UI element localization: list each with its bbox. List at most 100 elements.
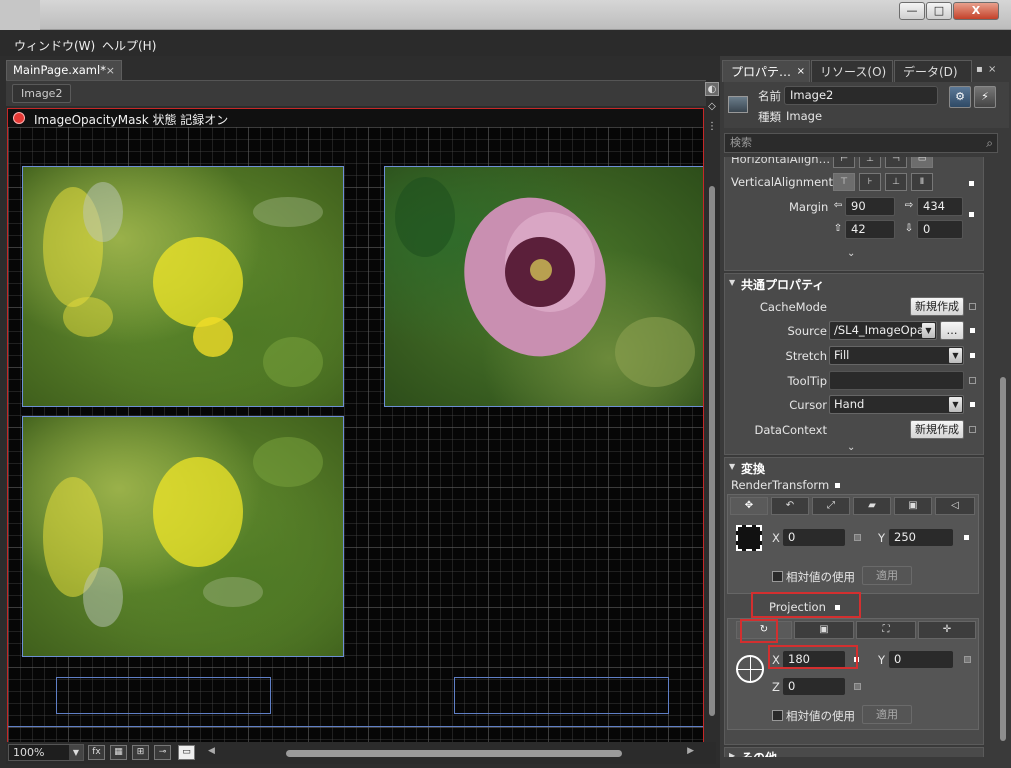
h-align-center-icon[interactable]: ⊥	[859, 157, 881, 168]
relative-checkbox[interactable]	[772, 571, 783, 582]
tab-translate[interactable]: ✥	[730, 497, 768, 515]
tab-rotate[interactable]: ↶	[771, 497, 809, 515]
tab-resources[interactable]: リソース(O)	[811, 60, 893, 82]
cursor-marker[interactable]	[970, 402, 975, 407]
maximize-button[interactable]: □	[926, 2, 952, 20]
artboard-horizontal-scrollbar[interactable]: ◀ ▶	[206, 746, 696, 760]
tab-projection-center[interactable]: ▣	[794, 621, 854, 639]
split-icon[interactable]: ⋮	[705, 120, 719, 134]
cursor-dropdown-icon[interactable]: ▼	[949, 397, 962, 412]
source-dropdown-icon[interactable]: ▼	[922, 323, 935, 338]
tab-projection-global-offset[interactable]: ⛶	[856, 621, 916, 639]
snap-lines-icon[interactable]: ⊸	[154, 745, 171, 760]
source-marker[interactable]	[970, 328, 975, 333]
mode-toggle-icon[interactable]: ◐	[705, 82, 719, 96]
cache-mode-marker[interactable]	[969, 303, 976, 310]
artboard[interactable]: ImageOpacityMask 状態 記録オン	[7, 108, 704, 743]
other-header[interactable]: その他	[741, 749, 777, 757]
tab-projection-local-offset[interactable]: ✛	[918, 621, 976, 639]
transform-header[interactable]: 変換	[741, 460, 765, 477]
menu-help[interactable]: ヘルプ(H)	[102, 37, 156, 54]
recording-icon[interactable]	[13, 112, 25, 124]
apply-button[interactable]: 適用	[862, 566, 912, 585]
minimize-button[interactable]: —	[899, 2, 925, 20]
tab-data[interactable]: データ(D)	[894, 60, 972, 82]
image-poppy[interactable]	[384, 166, 703, 407]
margin-bottom-input[interactable]: 0	[917, 220, 963, 239]
h-align-right-icon[interactable]: ⊣	[885, 157, 907, 168]
transform-expander-icon[interactable]: ▼	[729, 462, 735, 471]
search-icon[interactable]: ⌕	[986, 134, 993, 152]
grid-toggle-icon[interactable]: ▦	[110, 745, 127, 760]
projection-z-marker[interactable]	[854, 683, 861, 690]
translate-y-input[interactable]: 250	[888, 528, 954, 547]
menu-window[interactable]: ウィンドウ(W)	[14, 37, 95, 54]
margin-left-input[interactable]: 90	[845, 197, 895, 216]
projection-apply-button[interactable]: 適用	[862, 705, 912, 724]
projection-z-input[interactable]: 0	[782, 677, 846, 696]
zoom-select[interactable]: 100% ▼	[8, 744, 84, 761]
v-align-stretch-icon[interactable]: Ⅱ	[911, 173, 933, 191]
rotation-globe-icon[interactable]	[736, 655, 764, 683]
h-align-stretch-icon[interactable]: ▭	[911, 157, 933, 168]
zoom-dropdown-icon[interactable]: ▼	[69, 745, 83, 760]
margin-right-input[interactable]: 434	[917, 197, 963, 216]
tooltip-marker[interactable]	[969, 377, 976, 384]
pin-icon[interactable]: ▪	[976, 64, 983, 75]
close-button[interactable]: X	[953, 2, 999, 20]
annotations-icon[interactable]: ▭	[178, 745, 195, 760]
snap-grid-icon[interactable]: ⊞	[132, 745, 149, 760]
translate-x-input[interactable]: 0	[782, 528, 846, 547]
tab-flip[interactable]: ◁	[935, 497, 975, 515]
property-search[interactable]: 検索 ⌕	[724, 133, 998, 153]
scroll-left-icon[interactable]: ◀	[208, 746, 215, 756]
tab-skew[interactable]: ▰	[853, 497, 891, 515]
v-align-top-icon[interactable]: ⊤	[833, 173, 855, 191]
artboard-vertical-scrollbar[interactable]	[707, 186, 717, 742]
v-align-center-icon[interactable]: ⊦	[859, 173, 881, 191]
stretch-dropdown[interactable]: Fill ▼	[829, 346, 964, 365]
effects-toggle-icon[interactable]: fx	[88, 745, 105, 760]
tab-properties-close-icon[interactable]: ×	[797, 61, 805, 83]
tab-properties[interactable]: プロパテ… ×	[722, 60, 810, 82]
other-expander-icon[interactable]: ▶	[729, 751, 735, 757]
translate-x-marker[interactable]	[854, 534, 861, 541]
margin-marker[interactable]	[969, 212, 974, 217]
tab-scale[interactable]: ⤢	[812, 497, 850, 515]
expand-icon[interactable]: ◇	[705, 100, 719, 114]
datacontext-new-button[interactable]: 新規作成	[910, 420, 964, 439]
events-view-icon[interactable]: ⚡	[974, 86, 996, 108]
tab-center-point[interactable]: ▣	[894, 497, 932, 515]
image-flower-bottom[interactable]	[22, 416, 344, 657]
stretch-marker[interactable]	[970, 353, 975, 358]
stretch-dropdown-icon[interactable]: ▼	[949, 348, 962, 363]
placeholder-rect-left[interactable]	[56, 677, 271, 714]
common-expander-icon[interactable]: ▼	[729, 278, 735, 287]
tooltip-input[interactable]	[829, 371, 964, 390]
projection-y-input[interactable]: 0	[888, 650, 954, 669]
breadcrumb-image2[interactable]: Image2	[12, 84, 72, 103]
document-tab-close-icon[interactable]: ×	[106, 61, 115, 80]
translate-y-marker[interactable]	[964, 535, 969, 540]
common-expand-icon[interactable]: ⌄	[847, 442, 855, 453]
panel-close-icon[interactable]: ×	[988, 64, 996, 75]
scroll-right-icon[interactable]: ▶	[687, 746, 694, 756]
h-align-left-icon[interactable]: ⊢	[833, 157, 855, 168]
image-flower-top[interactable]	[22, 166, 344, 407]
cursor-dropdown[interactable]: Hand ▼	[829, 395, 964, 414]
document-tab[interactable]: MainPage.xaml* ×	[6, 60, 122, 80]
projection-relative-checkbox[interactable]	[772, 710, 783, 721]
hscroll-thumb[interactable]	[286, 750, 622, 757]
margin-top-input[interactable]: 42	[845, 220, 895, 239]
properties-view-icon[interactable]: ⚙	[949, 86, 971, 108]
projection-y-marker[interactable]	[964, 656, 971, 663]
placeholder-rect-right[interactable]	[454, 677, 669, 714]
v-align-bottom-icon[interactable]: ⊥	[885, 173, 907, 191]
layout-expand-icon[interactable]: ⌄	[847, 248, 855, 259]
vertical-alignment-marker[interactable]	[969, 181, 974, 186]
vscroll-thumb[interactable]	[709, 186, 715, 716]
render-transform-marker[interactable]	[835, 483, 840, 488]
datacontext-marker[interactable]	[969, 426, 976, 433]
source-dropdown[interactable]: /SL4_ImageOpa ▼	[829, 321, 937, 340]
source-browse-button[interactable]: …	[940, 321, 964, 340]
